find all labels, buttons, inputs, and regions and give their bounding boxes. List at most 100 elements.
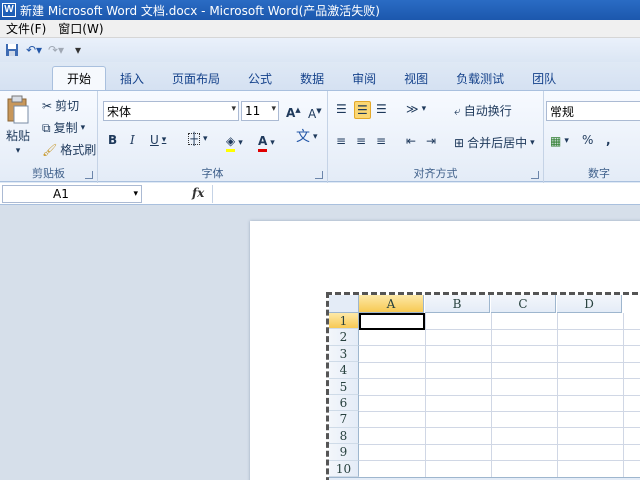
phonetic-button[interactable]: 文 ▾ [296, 129, 318, 145]
cut-button[interactable]: ✂ 剪切 [42, 97, 79, 114]
row-header-3[interactable]: 3 [329, 345, 359, 363]
percent-button[interactable]: % [582, 133, 593, 147]
active-cell-a1[interactable] [359, 313, 425, 330]
align-center-icon: ≡ [356, 134, 367, 148]
number-format-value: 常规 [550, 104, 575, 119]
font-color-icon: A [258, 133, 268, 152]
italic-button[interactable]: I [130, 133, 135, 147]
paste-icon [7, 95, 29, 124]
clipboard-launcher-icon[interactable] [85, 171, 93, 179]
gridline [359, 394, 640, 396]
orientation-button[interactable]: ≫ ▾ [406, 101, 426, 117]
select-all-corner[interactable] [329, 295, 359, 313]
font-launcher-icon[interactable] [315, 171, 323, 179]
format-painter-label: 格式刷 [60, 143, 97, 157]
column-header-b[interactable]: B [425, 295, 490, 313]
copy-button[interactable]: ⧉ 复制 ▾ [42, 119, 85, 136]
format-painter-button[interactable]: 🖌 格式刷 [42, 141, 96, 158]
gridline [359, 361, 640, 363]
font-size-select[interactable]: 11 ▾ [241, 101, 279, 121]
fill-color-button[interactable]: ◈ ▾ [226, 133, 243, 152]
row-header-2[interactable]: 2 [329, 329, 359, 346]
alignment-group: ☰ ☰ ☰ ≫ ▾ ⤶ 自动换行 ≡ ≡ ≡ ⇤ ⇥ ⊞ 合并后居中 ▾ 对齐方式 [328, 91, 544, 183]
tab-review[interactable]: 审阅 [338, 66, 390, 90]
ribbon: 粘贴 ▾ ✂ 剪切 ⧉ 复制 ▾ 🖌 格式刷 剪贴板 宋体 ▾ 11 ▾ A▲ … [0, 90, 640, 183]
clipboard-group-label: 剪贴板 [32, 167, 65, 180]
word-app-icon[interactable]: W [2, 3, 16, 17]
align-top-icon: ☰ [336, 102, 347, 116]
row-header-8[interactable]: 8 [329, 427, 359, 445]
formula-bar: A1 ▾ fx [0, 183, 640, 205]
align-center-button[interactable]: ≡ [356, 133, 366, 149]
shrink-font-button[interactable]: A▼ [308, 103, 322, 122]
tab-load-test[interactable]: 负载测试 [442, 66, 518, 90]
insert-function-button[interactable]: fx [192, 186, 204, 200]
underline-button[interactable]: U ▾ [150, 133, 166, 147]
menu-file[interactable]: 文件(F) [0, 20, 52, 37]
gridline [557, 313, 558, 480]
tab-data[interactable]: 数据 [286, 66, 338, 90]
merge-center-button[interactable]: ⊞ 合并后居中 ▾ [454, 134, 535, 151]
alignment-launcher-icon[interactable] [531, 171, 539, 179]
font-name-value: 宋体 [107, 104, 132, 119]
grow-font-button[interactable]: A▲ [286, 102, 301, 121]
wrap-text-button[interactable]: ⤶ 自动换行 [454, 102, 512, 119]
menu-window[interactable]: 窗口(W) [52, 20, 109, 37]
wrap-text-label: 自动换行 [463, 104, 512, 118]
undo-icon[interactable]: ↶▾ [26, 42, 42, 58]
gridline [425, 313, 426, 480]
number-group-label: 数字 [588, 167, 610, 180]
borders-button[interactable]: ┼ ▾ [188, 133, 208, 145]
row-header-5[interactable]: 5 [329, 378, 359, 395]
align-bottom-button[interactable]: ☰ [376, 101, 387, 117]
column-header-d[interactable]: D [557, 295, 622, 313]
embedded-worksheet[interactable]: A B C D 1 2 3 4 5 6 7 8 9 10 [326, 292, 640, 480]
font-group: 宋体 ▾ 11 ▾ A▲ A▼ B I U ▾ ┼ ▾ ◈ ▾ A ▾ 文 ▾ 字体 [98, 91, 328, 183]
quick-access-toolbar: ↶▾ ↷▾ ▾ [0, 38, 640, 62]
name-box-value: A1 [53, 187, 69, 201]
align-right-button[interactable]: ≡ [376, 133, 386, 149]
column-header-c[interactable]: C [491, 295, 556, 313]
font-color-button[interactable]: A ▾ [258, 133, 275, 152]
increase-indent-button[interactable]: ⇥ [426, 133, 436, 149]
gridline [491, 313, 492, 480]
column-header-a[interactable]: A [359, 295, 424, 313]
wrap-text-icon: ⤶ [454, 103, 461, 118]
tab-team[interactable]: 团队 [518, 66, 570, 90]
underline-label: U [150, 133, 159, 147]
tab-formulas[interactable]: 公式 [234, 66, 286, 90]
comma-button[interactable]: , [606, 133, 611, 147]
row-header-4[interactable]: 4 [329, 362, 359, 379]
accounting-format-button[interactable]: ▦ ▾ [550, 133, 569, 149]
align-right-icon: ≡ [376, 134, 387, 148]
tab-home[interactable]: 开始 [52, 66, 107, 90]
align-middle-button[interactable]: ☰ [354, 101, 371, 119]
number-format-select[interactable]: 常规 [546, 101, 640, 121]
align-top-button[interactable]: ☰ [336, 101, 347, 117]
decrease-indent-button[interactable]: ⇤ [406, 133, 416, 149]
phonetic-icon: 文 [296, 129, 310, 145]
tab-insert[interactable]: 插入 [106, 66, 158, 90]
font-name-select[interactable]: 宋体 ▾ [103, 101, 239, 121]
bold-button[interactable]: B [108, 133, 117, 147]
redo-icon[interactable]: ↷▾ [48, 42, 64, 58]
gridline [359, 345, 640, 347]
tab-page-layout[interactable]: 页面布局 [158, 66, 234, 90]
percent-label: % [582, 133, 594, 147]
paintbrush-icon: 🖌 [42, 142, 58, 157]
customize-qat-icon[interactable]: ▾ [70, 42, 86, 58]
align-left-button[interactable]: ≡ [336, 133, 346, 149]
clipboard-group: 粘贴 ▾ ✂ 剪切 ⧉ 复制 ▾ 🖌 格式刷 剪贴板 [0, 91, 98, 183]
row-header-1[interactable]: 1 [329, 313, 359, 330]
row-header-6[interactable]: 6 [329, 395, 359, 412]
save-icon[interactable] [4, 42, 20, 58]
window-title: 新建 Microsoft Word 文档.docx - Microsoft Wo… [20, 3, 380, 18]
decrease-indent-icon: ⇤ [406, 134, 417, 148]
orientation-icon: ≫ [406, 102, 419, 116]
row-header-9[interactable]: 9 [329, 444, 359, 461]
name-box[interactable]: A1 ▾ [2, 185, 142, 203]
row-header-10[interactable]: 10 [329, 460, 359, 477]
paste-button[interactable]: 粘贴 ▾ [6, 95, 30, 156]
row-header-7[interactable]: 7 [329, 411, 359, 428]
tab-view[interactable]: 视图 [390, 66, 442, 90]
